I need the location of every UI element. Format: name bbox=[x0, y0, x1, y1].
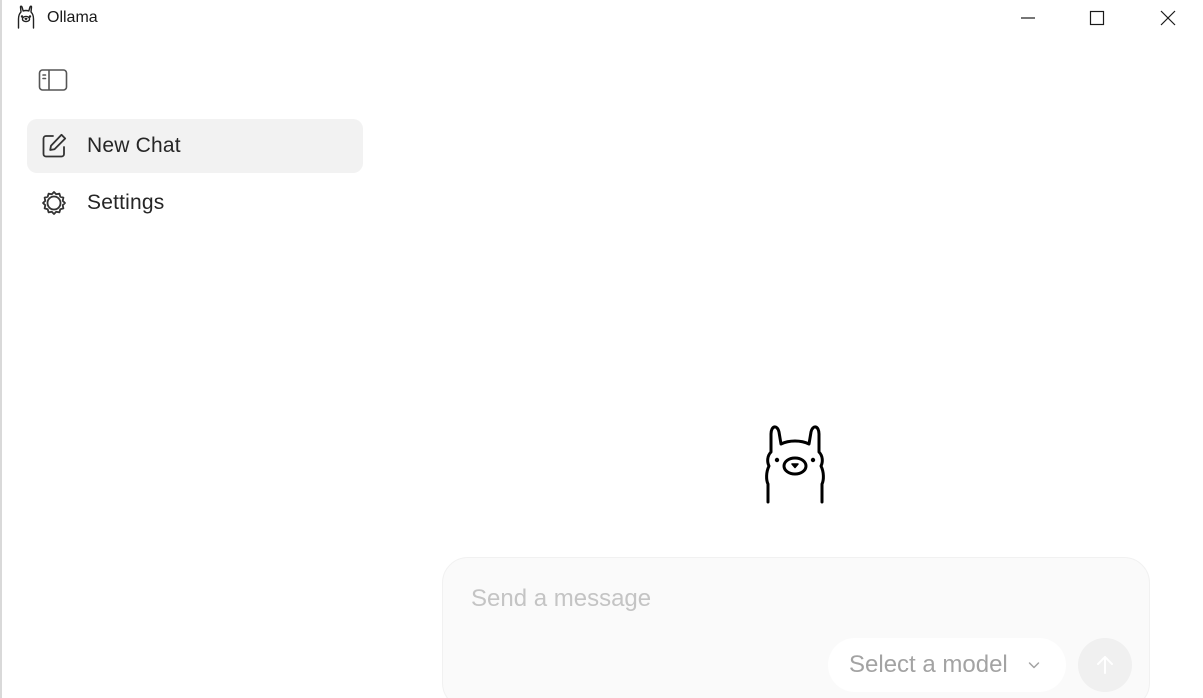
model-select-label: Select a model bbox=[849, 651, 1008, 678]
gear-icon bbox=[40, 189, 68, 217]
compose-icon bbox=[40, 132, 68, 160]
close-button[interactable] bbox=[1145, 0, 1191, 36]
window-title: Ollama bbox=[47, 9, 98, 26]
sidebar-item-new-chat[interactable]: New Chat bbox=[27, 119, 363, 173]
send-button[interactable] bbox=[1078, 638, 1132, 692]
maximize-icon bbox=[1089, 10, 1105, 26]
arrow-up-icon bbox=[1097, 656, 1113, 674]
window-border bbox=[0, 0, 2, 698]
llama-logo bbox=[762, 422, 828, 504]
message-input[interactable] bbox=[471, 582, 1111, 616]
app-window: Ollama New Chat Settings Send a message … bbox=[0, 0, 1203, 698]
minimize-button[interactable] bbox=[1005, 0, 1051, 36]
close-icon bbox=[1160, 10, 1176, 26]
sidebar-item-label: New Chat bbox=[87, 134, 181, 157]
minimize-icon bbox=[1021, 17, 1035, 19]
sidebar-item-settings[interactable]: Settings bbox=[27, 176, 363, 230]
sidebar-item-label: Settings bbox=[87, 191, 165, 214]
sidebar-toggle-button[interactable] bbox=[37, 66, 69, 94]
sidebar-toggle-icon bbox=[38, 69, 68, 91]
maximize-button[interactable] bbox=[1074, 0, 1120, 36]
llama-icon bbox=[15, 5, 37, 29]
message-composer: Select a model bbox=[442, 557, 1150, 698]
title-bar[interactable]: Ollama bbox=[0, 0, 1203, 38]
model-select-dropdown[interactable]: Select a model bbox=[828, 638, 1066, 692]
chevron-down-icon bbox=[1028, 662, 1040, 669]
